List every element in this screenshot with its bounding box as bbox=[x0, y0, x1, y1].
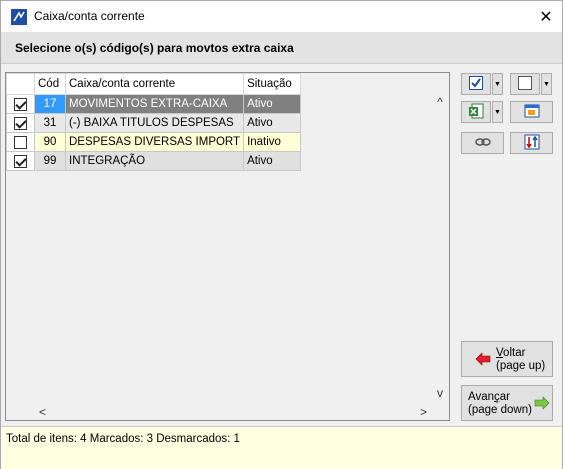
row-checkbox[interactable] bbox=[14, 97, 27, 111]
window-button[interactable] bbox=[510, 101, 553, 123]
instruction-bar: Selecione o(s) código(s) para movtos ext… bbox=[1, 32, 562, 64]
grid-header-row: Cód Caixa/conta corrente Situação bbox=[6, 73, 302, 95]
uncheck-all-button[interactable] bbox=[510, 73, 540, 95]
table-row[interactable]: 31 (-) BAIXA TITULOS DESPESAS Ativo bbox=[6, 113, 302, 133]
cell-cod[interactable]: 99 bbox=[34, 151, 66, 171]
check-all-icon bbox=[469, 75, 483, 93]
cell-desc[interactable]: INTEGRAÇÃO bbox=[64, 151, 245, 171]
cell-desc[interactable]: (-) BAIXA TITULOS DESPESAS bbox=[64, 113, 245, 133]
status-text: Total de itens: 4 Marcados: 3 Desmarcado… bbox=[6, 433, 240, 445]
instruction-text: Selecione o(s) código(s) para movtos ext… bbox=[15, 41, 294, 55]
export-dropdown[interactable]: ▼ bbox=[492, 101, 503, 123]
cell-cod[interactable]: 31 bbox=[34, 113, 66, 133]
sort-button[interactable] bbox=[510, 132, 553, 154]
scroll-up-arrow-icon[interactable]: ^ bbox=[433, 95, 447, 111]
row-checkbox[interactable] bbox=[14, 116, 27, 130]
arrow-left-icon bbox=[475, 352, 491, 369]
back-button-label: Voltar (page up) bbox=[496, 347, 546, 372]
check-all-button[interactable] bbox=[461, 73, 491, 95]
row-checkbox-cell[interactable] bbox=[6, 113, 35, 133]
cell-situacao[interactable]: Ativo bbox=[243, 151, 302, 171]
check-all-dropdown[interactable]: ▼ bbox=[492, 73, 503, 95]
app-logo-icon bbox=[11, 9, 27, 25]
forward-page-down-button[interactable]: Avançar (page down) bbox=[461, 385, 553, 421]
cell-cod[interactable]: 90 bbox=[34, 132, 66, 152]
column-header-cod[interactable]: Cód bbox=[34, 73, 66, 95]
scroll-right-arrow-icon[interactable]: > bbox=[420, 405, 434, 419]
back-page-up-button[interactable]: Voltar (page up) bbox=[461, 341, 553, 377]
cell-situacao[interactable]: Ativo bbox=[243, 113, 302, 133]
cell-desc[interactable]: MOVIMENTOS EXTRA-CAIXA bbox=[64, 94, 245, 114]
chevron-down-icon: ▼ bbox=[494, 108, 501, 116]
cell-situacao[interactable]: Inativo bbox=[243, 132, 302, 152]
row-checkbox-cell[interactable] bbox=[6, 132, 35, 152]
excel-export-icon bbox=[468, 103, 484, 122]
row-checkbox[interactable] bbox=[14, 154, 27, 168]
row-checkbox[interactable] bbox=[14, 135, 27, 149]
row-checkbox-cell[interactable] bbox=[6, 151, 35, 171]
column-header-situacao[interactable]: Situação bbox=[243, 73, 302, 95]
cell-situacao[interactable]: Ativo bbox=[243, 94, 302, 114]
header-checkbox-column bbox=[6, 73, 35, 95]
table-row[interactable]: 17 MOVIMENTOS EXTRA-CAIXA Ativo bbox=[6, 94, 302, 114]
data-grid: Cód Caixa/conta corrente Situação 17 MOV… bbox=[5, 72, 450, 421]
grid-table: Cód Caixa/conta corrente Situação 17 MOV… bbox=[6, 73, 302, 171]
close-button[interactable]: ✕ bbox=[530, 1, 562, 32]
column-header-caixa[interactable]: Caixa/conta corrente bbox=[64, 73, 245, 95]
link-button[interactable] bbox=[461, 132, 504, 154]
export-excel-button[interactable] bbox=[461, 101, 491, 123]
link-icon bbox=[474, 136, 491, 151]
uncheck-all-icon bbox=[518, 75, 532, 93]
arrow-right-icon bbox=[534, 396, 550, 413]
cell-cod[interactable]: 17 bbox=[34, 94, 66, 114]
forward-button-label: Avançar (page down) bbox=[468, 391, 532, 416]
table-row[interactable]: 99 INTEGRAÇÃO Ativo bbox=[6, 151, 302, 171]
row-checkbox-cell[interactable] bbox=[6, 94, 35, 114]
sort-icon bbox=[524, 134, 540, 153]
scroll-down-arrow-icon[interactable]: v bbox=[433, 386, 447, 402]
dialog-window: Caixa/conta corrente ✕ Selecione o(s) có… bbox=[0, 0, 563, 469]
scroll-left-arrow-icon[interactable]: < bbox=[39, 405, 53, 419]
window-icon bbox=[524, 103, 540, 122]
title-bar: Caixa/conta corrente ✕ bbox=[1, 1, 562, 32]
cell-desc[interactable]: DESPESAS DIVERSAS IMPORT bbox=[64, 132, 245, 152]
window-title: Caixa/conta corrente bbox=[34, 9, 145, 23]
chevron-down-icon: ▼ bbox=[543, 80, 550, 88]
status-bar: Total de itens: 4 Marcados: 3 Desmarcado… bbox=[1, 426, 562, 469]
uncheck-all-dropdown[interactable]: ▼ bbox=[541, 73, 552, 95]
chevron-down-icon: ▼ bbox=[494, 80, 501, 88]
table-row[interactable]: 90 DESPESAS DIVERSAS IMPORT Inativo bbox=[6, 132, 302, 152]
